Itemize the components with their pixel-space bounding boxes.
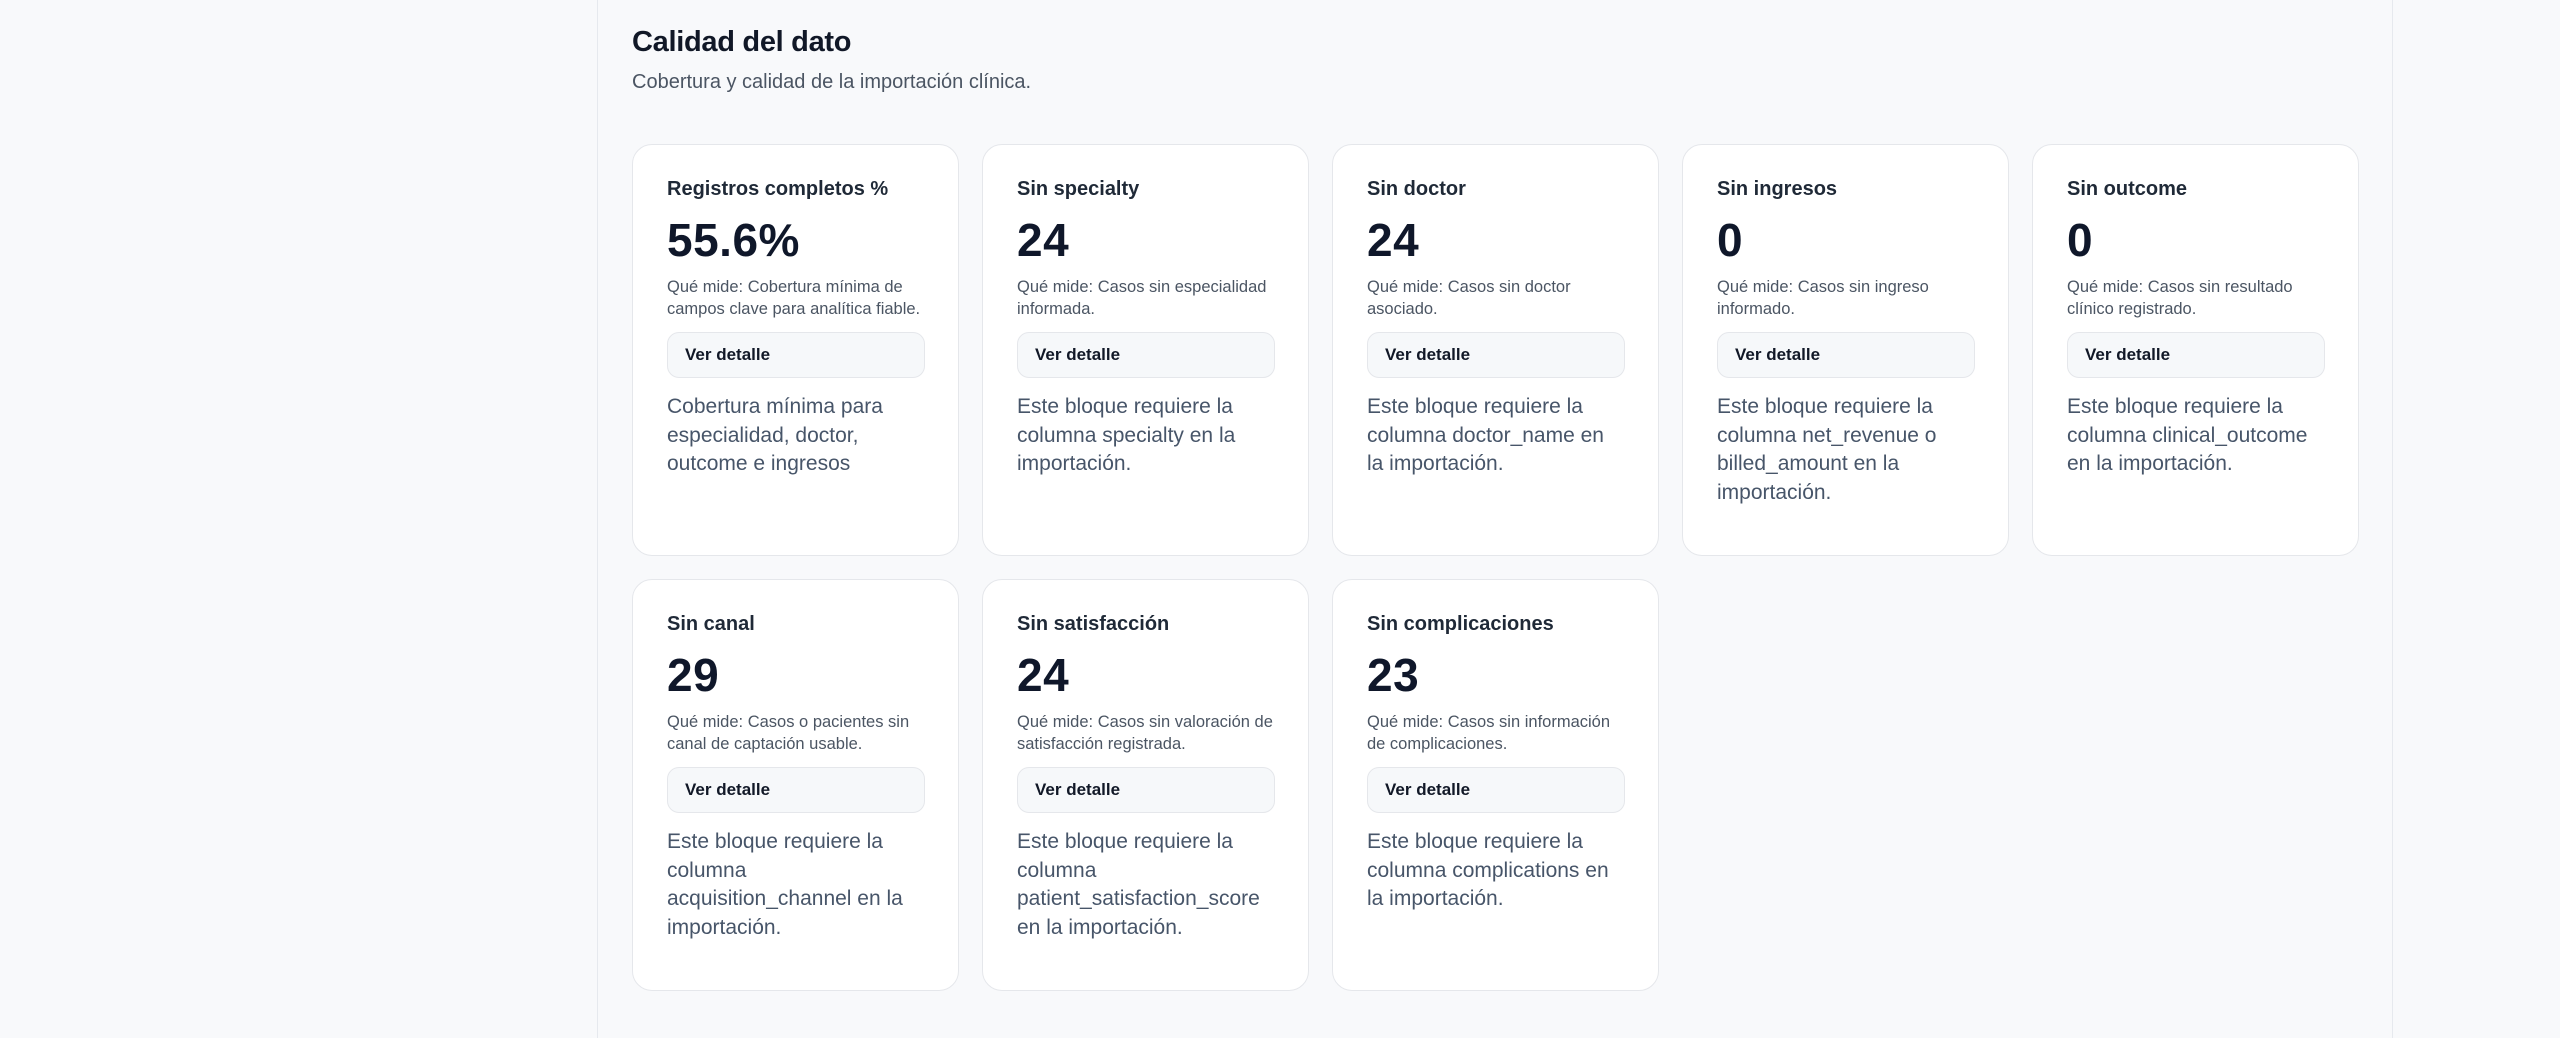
metric-value: 24 (1367, 214, 1420, 266)
metric-label: Sin specialty (1017, 178, 1140, 200)
metric-label: Sin complicaciones (1367, 613, 1554, 635)
metric-note: Este bloque requiere la columna acquisit… (667, 830, 903, 939)
metric-description: Qué mide: Casos o pacientes sin canal de… (667, 713, 910, 753)
metric-note: Este bloque requiere la columna doctor_n… (1367, 395, 1604, 475)
metric-description: Qué mide: Casos sin valoración de satisf… (1017, 713, 1273, 753)
section-subtitle: Cobertura y calidad de la importación cl… (632, 71, 1032, 93)
metric-label: Sin satisfacción (1017, 613, 1170, 635)
metric-card-sin-outcome: Sin outcome 0 Qué mide: Casos sin result… (2032, 144, 2359, 556)
metric-description: Qué mide: Casos sin información de compl… (1367, 713, 1611, 753)
metric-description: Qué mide: Casos sin doctor asociado. (1367, 278, 1571, 318)
metric-label: Sin doctor (1367, 178, 1466, 200)
metric-card-sin-satisfaccion: Sin satisfacción 24 Qué mide: Casos sin … (982, 579, 1309, 991)
metric-label: Sin ingresos (1717, 178, 1838, 200)
metric-description: Qué mide: Casos sin especialidad informa… (1017, 278, 1267, 318)
metric-description: Qué mide: Casos sin resultado clínico re… (2067, 278, 2293, 318)
metric-note: Cobertura mínima para especialidad, doct… (667, 395, 883, 475)
metric-value: 29 (667, 649, 720, 701)
view-detail-button[interactable]: Ver detalle (1017, 332, 1275, 378)
metric-note: Este bloque requiere la columna patient_… (1017, 830, 1260, 939)
view-detail-button[interactable]: Ver detalle (1367, 332, 1625, 378)
metric-value: 24 (1017, 649, 1070, 701)
metric-value: 0 (1717, 214, 1744, 266)
metric-value: 24 (1017, 214, 1070, 266)
metric-note: Este bloque requiere la columna clinical… (2067, 395, 2308, 475)
data-quality-panel: Calidad del dato Cobertura y calidad de … (597, 0, 2393, 1038)
view-detail-button[interactable]: Ver detalle (1367, 767, 1625, 813)
metric-value: 0 (2067, 214, 2094, 266)
metric-note: Este bloque requiere la columna complica… (1367, 830, 1609, 910)
metric-label: Sin canal (667, 613, 755, 635)
metric-label: Registros completos % (667, 178, 889, 200)
view-detail-button[interactable]: Ver detalle (1717, 332, 1975, 378)
metric-value: 23 (1367, 649, 1420, 701)
metric-card-registros-completos: Registros completos % 55.6% Qué mide: Co… (632, 144, 959, 556)
metric-label: Sin outcome (2067, 178, 2188, 200)
metric-description: Qué mide: Casos sin ingreso informado. (1717, 278, 1929, 318)
metric-note: Este bloque requiere la columna specialt… (1017, 395, 1236, 475)
metric-card-sin-specialty: Sin specialty 24 Qué mide: Casos sin esp… (982, 144, 1309, 556)
metric-card-sin-doctor: Sin doctor 24 Qué mide: Casos sin doctor… (1332, 144, 1659, 556)
metric-note: Este bloque requiere la columna net_reve… (1717, 395, 1937, 504)
view-detail-button[interactable]: Ver detalle (1017, 767, 1275, 813)
view-detail-button[interactable]: Ver detalle (2067, 332, 2325, 378)
section-title: Calidad del dato (632, 26, 852, 58)
metric-card-sin-ingresos: Sin ingresos 0 Qué mide: Casos sin ingre… (1682, 144, 2009, 556)
metric-card-sin-canal: Sin canal 29 Qué mide: Casos o pacientes… (632, 579, 959, 991)
metric-card-sin-complicaciones: Sin complicaciones 23 Qué mide: Casos si… (1332, 579, 1659, 991)
metric-card-grid: Registros completos % 55.6% Qué mide: Co… (632, 144, 2359, 991)
view-detail-button[interactable]: Ver detalle (667, 767, 925, 813)
metric-value: 55.6% (667, 214, 800, 266)
view-detail-button[interactable]: Ver detalle (667, 332, 925, 378)
metric-description: Qué mide: Cobertura mínima de campos cla… (667, 278, 921, 318)
